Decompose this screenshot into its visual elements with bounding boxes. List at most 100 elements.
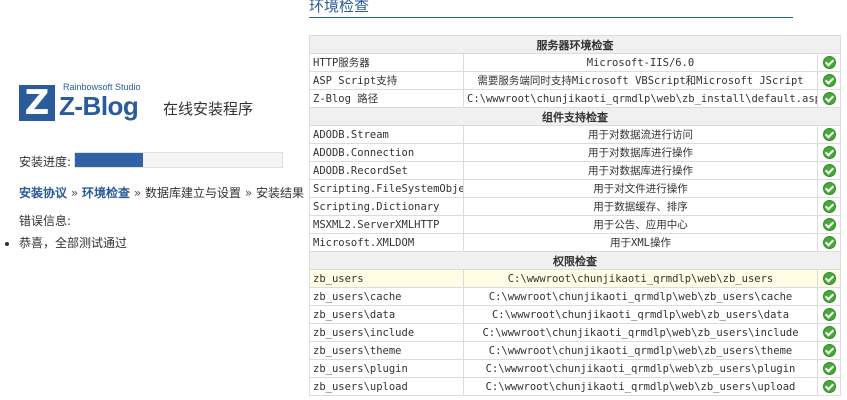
table-row: ADODB.Connection 用于对数据库进行操作 (309, 143, 841, 162)
check-item-name: Z-Blog 路径 (309, 89, 464, 108)
error-info-label: 错误信息: (19, 214, 72, 228)
check-item-name: zb_users\plugin (309, 359, 464, 378)
check-item-value: C:\wwwroot\chunjikaoti_qrmdlp\web\zb_use… (463, 269, 818, 288)
title-divider (309, 17, 793, 18)
check-status-cell (817, 377, 841, 396)
check-item-value: Microsoft-IIS/6.0 (463, 53, 818, 72)
check-ok-icon (822, 200, 836, 213)
check-item-value: 用于XML操作 (463, 233, 818, 252)
check-item-name: ADODB.Stream (309, 125, 464, 144)
check-item-value: C:\wwwroot\chunjikaoti_qrmdlp\web\zb_use… (463, 341, 818, 360)
check-item-name: ADODB.RecordSet (309, 161, 464, 180)
check-status-cell (817, 233, 841, 252)
check-item-value: C:\wwwroot\chunjikaoti_qrmdlp\web\zb_use… (463, 359, 818, 378)
error-info-list: 恭喜，全部测试通过 (5, 234, 127, 251)
check-ok-icon (822, 380, 836, 393)
check-ok-icon (822, 164, 836, 177)
check-status-cell (817, 197, 841, 216)
environment-check-table: 服务器环境检查 HTTP服务器 Microsoft-IIS/6.0 ASP Scrip… (309, 35, 841, 396)
section-header-row: 组件支持检查 (309, 107, 841, 126)
check-ok-icon (822, 290, 836, 303)
check-item-value: C:\wwwroot\chunjikaoti_qrmdlp\web\zb_use… (463, 305, 818, 324)
table-row: zb_users\cache C:\wwwroot\chunjikaoti_qrm… (309, 287, 841, 306)
check-item-name: Scripting.Dictionary (309, 197, 464, 216)
check-ok-icon (822, 362, 836, 375)
logo-subtitle: 在线安装程序 (163, 100, 254, 118)
table-row: HTTP服务器 Microsoft-IIS/6.0 (309, 53, 841, 72)
section-header: 服务器环境检查 (309, 35, 841, 54)
check-ok-icon (822, 146, 836, 159)
check-status-cell (817, 215, 841, 234)
table-row: zb_users\plugin C:\wwwroot\chunjikaoti_qr… (309, 359, 841, 378)
check-item-value: C:\wwwroot\chunjikaoti_qrmdlp\web\zb_use… (463, 377, 818, 396)
check-item-name: zb_users\theme (309, 341, 464, 360)
check-ok-icon (822, 326, 836, 339)
section-header-row: 服务器环境检查 (309, 35, 841, 54)
section-header-row: 权限检查 (309, 251, 841, 270)
table-row: Z-Blog 路径 C:\wwwroot\chunjikaoti_qrmdlp\w… (309, 89, 841, 108)
check-item-value: 用于对数据库进行操作 (463, 161, 818, 180)
install-steps-breadcrumb: 安装协议 » 环境检查 » 数据库建立与设置 » 安装结果 (19, 184, 304, 201)
check-item-name: ASP Script支持 (309, 71, 464, 90)
progress-label: 安装进度: (19, 155, 72, 169)
check-ok-icon (822, 92, 836, 105)
check-item-name: zb_users\upload (309, 377, 464, 396)
page-title: 环境检查 (309, 0, 370, 15)
logo-mark: Z (19, 85, 55, 121)
check-item-name: zb_users\cache (309, 287, 464, 306)
check-status-cell (817, 359, 841, 378)
table-row: MSXML2.ServerXMLHTTP 用于公告、应用中心 (309, 215, 841, 234)
check-item-value: C:\wwwroot\chunjikaoti_qrmdlp\web\zb_use… (463, 287, 818, 306)
check-status-cell (817, 125, 841, 144)
progress-bar-fill (75, 153, 144, 167)
check-item-value: 用于数据缓存、排序 (463, 197, 818, 216)
check-status-cell (817, 179, 841, 198)
check-item-value: C:\wwwroot\chunjikaoti_qrmdlp\web\zb_use… (463, 323, 818, 342)
check-ok-icon (822, 218, 836, 231)
step-separator: » (67, 186, 82, 200)
step-2[interactable]: 环境检查 (82, 186, 130, 200)
check-item-value: 用于对数据库进行操作 (463, 143, 818, 162)
step-4: 安装结果 (256, 186, 305, 200)
check-ok-icon (822, 182, 836, 195)
step-3: 数据库建立与设置 (145, 186, 242, 200)
check-ok-icon (822, 56, 836, 69)
check-status-cell (817, 305, 841, 324)
step-separator: » (130, 186, 145, 200)
check-item-name: zb_users (309, 269, 464, 288)
table-row: ASP Script支持 需要服务端同时支持Microsoft VBScript和… (309, 71, 841, 90)
check-item-value: 用于对数据流进行访问 (463, 125, 818, 144)
check-item-value: C:\wwwroot\chunjikaoti_qrmdlp\web\zb_ins… (463, 89, 818, 108)
check-status-cell (817, 323, 841, 342)
section-header: 权限检查 (309, 251, 841, 270)
logo-product-name: Z-Blog (59, 91, 139, 121)
check-item-name: MSXML2.ServerXMLHTTP (309, 215, 464, 234)
check-ok-icon (822, 236, 836, 249)
table-row: Microsoft.XMLDOM 用于XML操作 (309, 233, 841, 252)
step-1[interactable]: 安装协议 (19, 186, 67, 200)
table-row: zb_users C:\wwwroot\chunjikaoti_qrmdlp\we… (309, 269, 841, 288)
check-item-name: HTTP服务器 (309, 53, 464, 72)
section-header: 组件支持检查 (309, 107, 841, 126)
table-row: ADODB.RecordSet 用于对数据库进行操作 (309, 161, 841, 180)
error-info-item: 恭喜，全部测试通过 (19, 234, 127, 251)
table-row: ADODB.Stream 用于对数据流进行访问 (309, 125, 841, 144)
check-item-value: 用于公告、应用中心 (463, 215, 818, 234)
check-status-cell (817, 269, 841, 288)
check-item-name: ADODB.Connection (309, 143, 464, 162)
check-status-cell (817, 71, 841, 90)
check-ok-icon (822, 272, 836, 285)
table-row: zb_users\upload C:\wwwroot\chunjikaoti_qr… (309, 377, 841, 396)
check-item-name: Scripting.FileSystemObject (309, 179, 464, 198)
check-item-name: zb_users\data (309, 305, 464, 324)
table-row: Scripting.FileSystemObject 用于对文件进行操作 (309, 179, 841, 198)
progress-bar (74, 152, 283, 168)
check-ok-icon (822, 308, 836, 321)
step-separator: » (241, 186, 256, 200)
check-item-value: 用于对文件进行操作 (463, 179, 818, 198)
zblog-logo: Z Rainbowsoft Studio Z-Blog 在线安装程序 (19, 80, 289, 130)
check-status-cell (817, 287, 841, 306)
check-ok-icon (822, 344, 836, 357)
table-row: Scripting.Dictionary 用于数据缓存、排序 (309, 197, 841, 216)
check-item-name: zb_users\include (309, 323, 464, 342)
